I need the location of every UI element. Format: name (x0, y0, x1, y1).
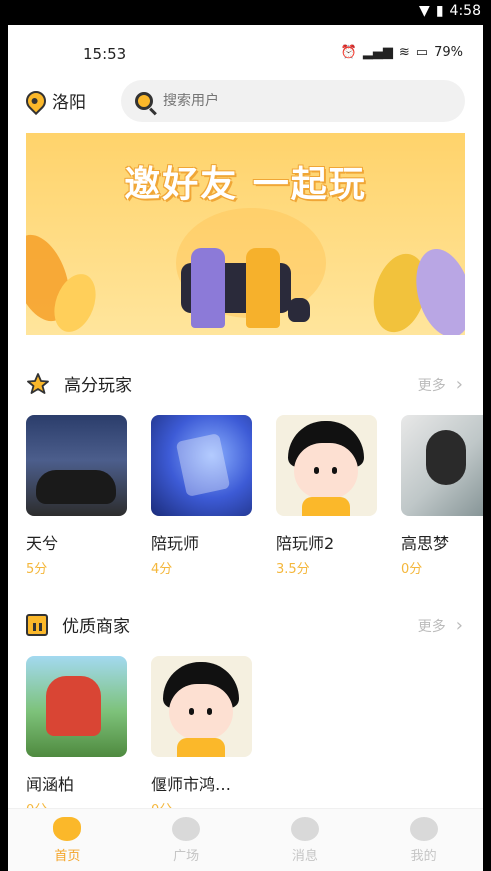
person-illustration (191, 248, 225, 328)
location-selector[interactable]: 洛阳 (21, 86, 86, 115)
player-card[interactable]: 陪玩师2 3.5分 (276, 415, 377, 577)
message-icon (290, 816, 319, 841)
status-icons: ⏰ ▂▄▆ ≋ ▭ 79% (341, 45, 463, 60)
tab-label: 我的 (410, 848, 437, 864)
merchant-card[interactable]: 闻涵柏 0分 (26, 656, 127, 818)
section-title-quality-merchants: 优质商家 (26, 612, 130, 637)
merchant-thumbnail (26, 656, 127, 757)
app-screen: 15:53 ⏰ ▂▄▆ ≋ ▭ 79% 洛阳 邀好友 一起玩 (8, 25, 483, 871)
battery-status-icon: ▭ (415, 45, 429, 60)
search-input[interactable] (163, 93, 443, 109)
home-icon (53, 816, 82, 841)
search-icon (135, 92, 153, 110)
more-label: 更多 (417, 377, 446, 394)
signal-icon: ▼ (419, 3, 430, 19)
player-thumbnail (26, 415, 127, 516)
bottom-tab-bar: 首页 广场 消息 我的 (8, 808, 483, 871)
top-players-list: 天兮 5分 陪玩师 4分 陪玩师2 3.5分 高思梦 0分 (26, 415, 483, 577)
player-thumbnail (151, 415, 252, 516)
merchant-name: 闻涵柏 (26, 775, 75, 794)
tab-messages[interactable]: 消息 (260, 816, 350, 864)
app-status-bar: 15:53 ⏰ ▂▄▆ ≋ ▭ 79% (8, 43, 483, 67)
player-card[interactable]: 天兮 5分 (26, 415, 127, 577)
status-time: 15:53 (83, 45, 127, 63)
player-name: 高思梦 (401, 534, 450, 553)
location-pin-icon (21, 86, 51, 115)
merchant-card[interactable]: 偃师市鸿… 0分 (151, 656, 252, 818)
alarm-icon: ⏰ (340, 45, 357, 60)
system-time: 4:58 (449, 3, 481, 19)
tab-label: 消息 (291, 848, 318, 864)
section-label: 高分玩家 (64, 376, 132, 396)
battery-icon: ▮ (435, 3, 444, 19)
player-score: 5分 (26, 562, 48, 577)
tab-square[interactable]: 广场 (141, 816, 231, 864)
merchant-thumbnail (151, 656, 252, 757)
player-thumbnail (401, 415, 483, 516)
player-score: 4分 (151, 562, 173, 577)
battery-percent: 79% (434, 45, 463, 60)
more-top-players-button[interactable]: 更多 › (418, 374, 463, 395)
player-thumbnail (276, 415, 377, 516)
merchant-name: 偃师市鸿… (151, 775, 232, 794)
player-score: 0分 (401, 562, 423, 577)
chevron-right-icon: › (455, 615, 463, 636)
tab-label: 广场 (173, 848, 200, 864)
star-icon (27, 372, 49, 394)
header: 洛阳 (8, 80, 483, 122)
square-icon (172, 816, 201, 841)
tab-profile[interactable]: 我的 (379, 816, 469, 864)
player-card[interactable]: 陪玩师 4分 (151, 415, 252, 577)
merchants-list: 闻涵柏 0分 偃师市鸿… 0分 (26, 656, 252, 818)
wifi-icon: ≋ (398, 45, 410, 60)
shop-icon (26, 613, 48, 636)
search-bar[interactable] (121, 80, 465, 122)
banner-title: 邀好友 一起玩 (124, 164, 367, 205)
tab-home[interactable]: 首页 (22, 816, 112, 864)
signal-bars-icon: ▂▄▆ (362, 45, 393, 60)
location-label: 洛阳 (52, 93, 86, 113)
player-name: 陪玩师2 (276, 534, 335, 553)
player-score: 3.5分 (276, 562, 310, 577)
cat-illustration (288, 298, 310, 322)
chevron-right-icon: › (455, 374, 463, 395)
section-label: 优质商家 (62, 617, 130, 637)
more-label: 更多 (417, 618, 446, 635)
player-name: 天兮 (26, 534, 59, 553)
player-card[interactable]: 高思梦 0分 (401, 415, 483, 577)
invite-banner[interactable]: 邀好友 一起玩 (26, 133, 465, 335)
player-name: 陪玩师 (151, 534, 200, 553)
section-title-top-players: 高分玩家 (26, 371, 132, 396)
tab-label: 首页 (54, 848, 81, 864)
system-status-bar: ▼ ▮ 4:58 (0, 0, 491, 25)
person-illustration (246, 248, 280, 328)
system-icons: ▼ ▮ 4:58 (419, 3, 481, 19)
profile-icon (409, 816, 438, 841)
more-merchants-button[interactable]: 更多 › (418, 615, 463, 636)
